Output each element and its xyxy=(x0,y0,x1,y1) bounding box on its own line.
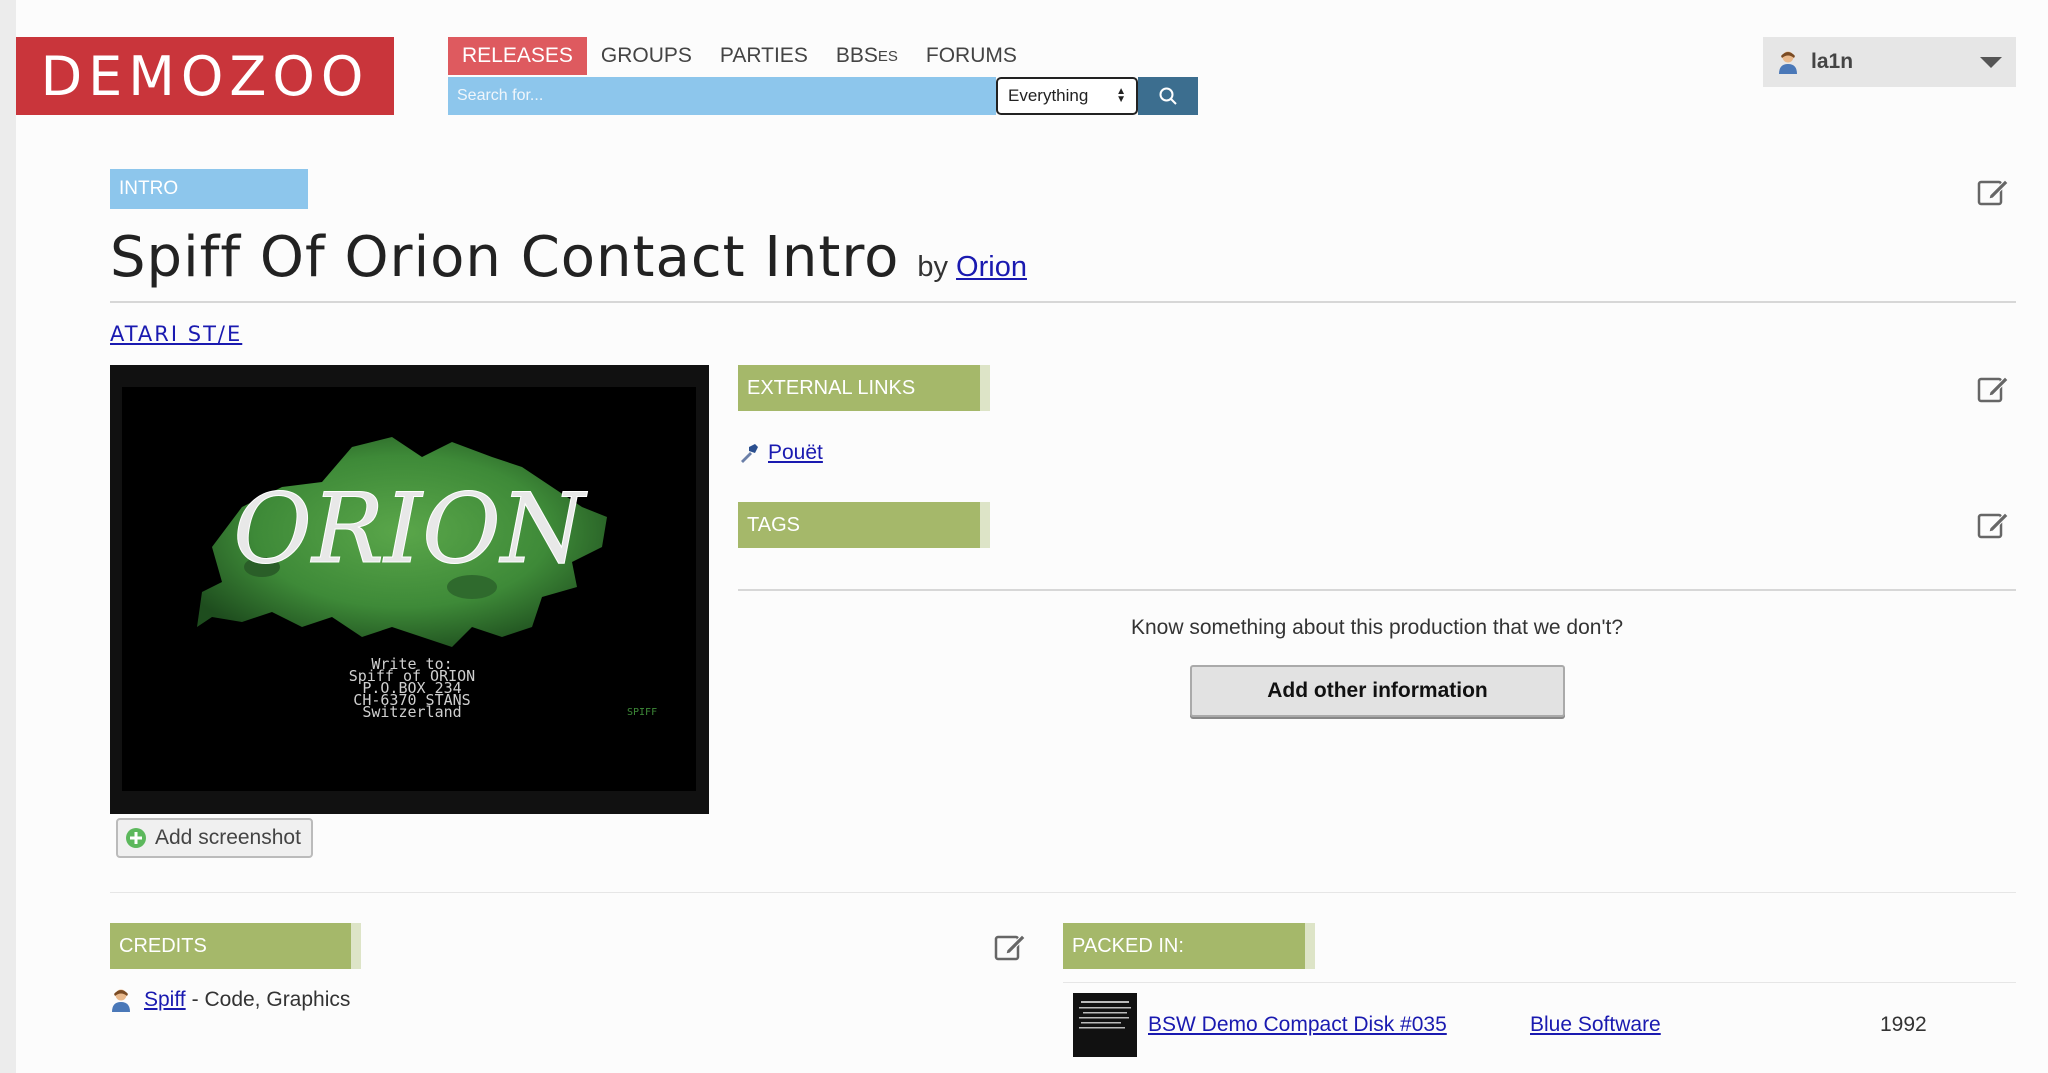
edit-icon[interactable] xyxy=(1976,372,2010,406)
nav-groups[interactable]: GROUPS xyxy=(587,37,706,75)
edit-icon[interactable] xyxy=(993,930,1027,964)
by-line: by Orion xyxy=(917,251,1027,284)
packed-in-divider xyxy=(1063,982,2016,983)
search-scope-select[interactable]: Everything ▲ ▼ xyxy=(996,77,1138,115)
add-screenshot-label: Add screenshot xyxy=(155,826,301,849)
user-menu[interactable]: la1n xyxy=(1763,37,2016,87)
orion-artwork: ORION Write to: Spiff of ORION P.O.BOX 2… xyxy=(197,437,657,721)
edit-icon[interactable] xyxy=(1976,508,2010,542)
plus-circle-icon xyxy=(126,828,146,848)
nav-releases[interactable]: RELEASES xyxy=(448,37,587,75)
nav-bbses-suffix: ES xyxy=(877,47,898,65)
platform-link[interactable]: ATARI ST/E xyxy=(110,322,242,346)
packed-in-group-link[interactable]: Blue Software xyxy=(1530,1013,1880,1037)
pouet-link[interactable]: Pouët xyxy=(768,441,823,465)
packed-in-heading: PACKED IN: xyxy=(1063,923,1315,969)
artwork-signature: SPIFF xyxy=(627,707,657,718)
search-input[interactable] xyxy=(448,77,996,115)
chevron-down-icon xyxy=(1980,56,2002,68)
packed-in-year: 1992 xyxy=(1880,1013,1927,1036)
search-button[interactable] xyxy=(1138,77,1198,115)
person-icon xyxy=(112,989,130,1012)
add-other-information-button[interactable]: Add other information xyxy=(1190,665,1565,717)
left-edge xyxy=(0,0,16,1073)
packed-thumbnail[interactable] xyxy=(1073,993,1137,1057)
credit-name-link[interactable]: Spiff xyxy=(144,988,186,1012)
external-link-item: Pouët xyxy=(738,441,823,465)
search-bar: Everything ▲▼ xyxy=(448,77,1198,115)
production-heading: Spiff Of Orion Contact Intro by Orion xyxy=(110,225,1027,290)
edit-icon[interactable] xyxy=(1976,175,2010,209)
screenshot[interactable]: ORION Write to: Spiff of ORION P.O.BOX 2… xyxy=(110,365,709,814)
artwork-logo-text: ORION xyxy=(233,473,588,585)
credit-roles: - Code, Graphics xyxy=(191,988,351,1011)
demozoo-logo[interactable]: DEMOZOO xyxy=(16,37,394,115)
select-arrows-icon: ▲ ▼ xyxy=(1116,86,1126,105)
main-nav: RELEASES GROUPS PARTIES BBS ES FORUMS xyxy=(448,37,1031,75)
credits-divider xyxy=(110,892,2016,893)
production-type-badge: INTRO xyxy=(110,169,308,209)
user-name: la1n xyxy=(1811,50,1854,73)
nav-parties[interactable]: PARTIES xyxy=(706,37,822,75)
credit-item: Spiff - Code, Graphics xyxy=(110,988,350,1012)
packed-in-title-link[interactable]: BSW Demo Compact Disk #035 xyxy=(1148,1013,1530,1037)
section-divider xyxy=(738,589,2016,591)
caption-line-5: Switzerland xyxy=(362,703,461,721)
table-row: BSW Demo Compact Disk #035 Blue Software… xyxy=(1073,993,2016,1057)
nav-bbses[interactable]: BBS ES xyxy=(822,37,912,75)
external-links-heading: EXTERNAL LINKS xyxy=(738,365,990,411)
pouet-icon xyxy=(741,444,758,463)
nav-bbses-prefix: BBS xyxy=(835,44,878,67)
search-icon xyxy=(1159,87,1177,105)
credits-heading: CREDITS xyxy=(110,923,361,969)
user-icon xyxy=(1779,51,1797,74)
screenshot-image: ORION Write to: Spiff of ORION P.O.BOX 2… xyxy=(122,387,696,791)
add-screenshot-button[interactable]: Add screenshot xyxy=(116,818,313,858)
by-label: by xyxy=(917,251,949,283)
page-title: Spiff Of Orion Contact Intro xyxy=(110,225,900,290)
search-scope-value: Everything xyxy=(1008,86,1089,105)
tags-heading: TAGS xyxy=(738,502,990,548)
author-link[interactable]: Orion xyxy=(956,251,1027,283)
nav-forums[interactable]: FORUMS xyxy=(912,37,1031,75)
title-divider xyxy=(110,301,2016,303)
more-info-prompt: Know something about this production tha… xyxy=(1131,616,1623,639)
